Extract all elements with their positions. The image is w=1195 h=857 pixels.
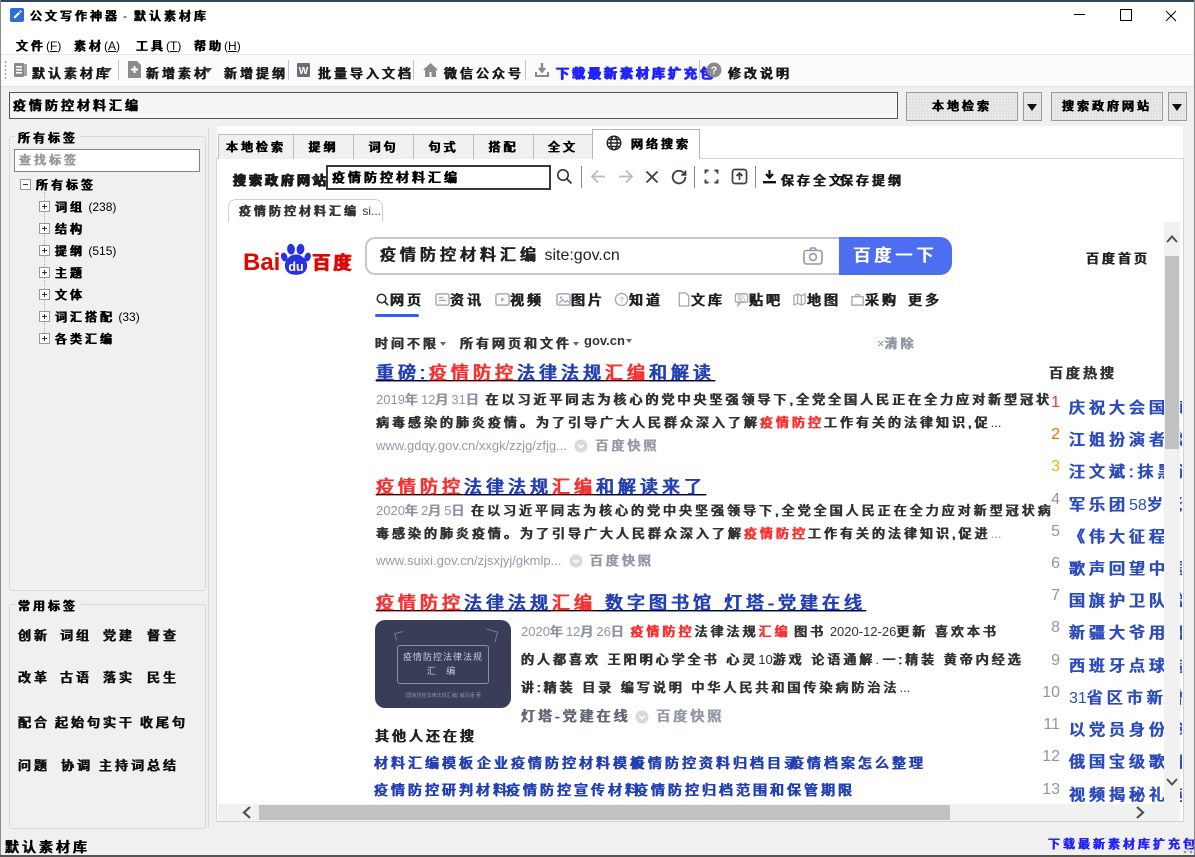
svg-text:?: ?	[711, 65, 718, 77]
svg-text:du: du	[289, 260, 304, 274]
svg-text:贴: 贴	[738, 293, 746, 303]
svg-text:W: W	[299, 66, 309, 77]
svg-text:?: ?	[619, 295, 624, 305]
